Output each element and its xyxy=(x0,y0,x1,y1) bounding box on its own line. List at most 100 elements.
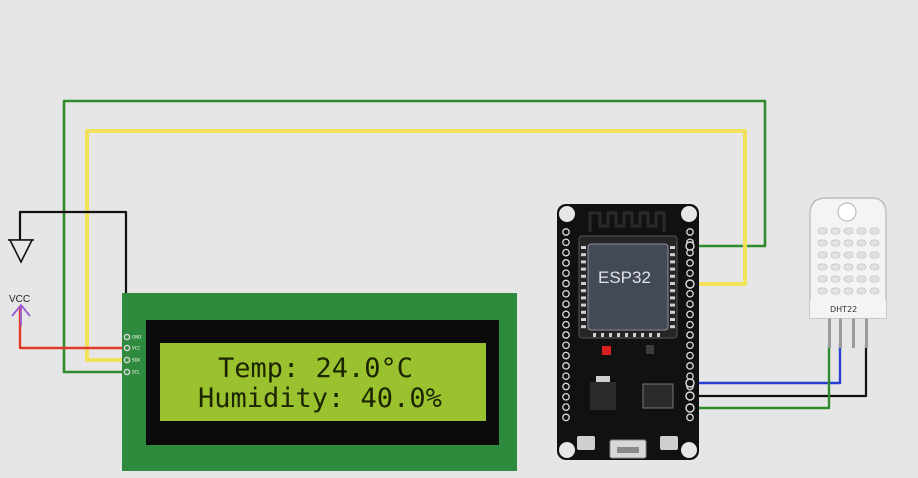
lcd-pin-gnd[interactable] xyxy=(123,333,131,341)
esp32-header-pin[interactable] xyxy=(562,372,570,381)
esp32-header-pin[interactable] xyxy=(562,382,570,391)
esp32-header-pin[interactable] xyxy=(686,341,694,350)
esp32-header-pin[interactable] xyxy=(562,331,570,339)
wire-red-vcc[interactable] xyxy=(18,306,126,350)
lcd-pin-vcc[interactable] xyxy=(123,344,131,352)
esp32-header-pin[interactable] xyxy=(686,331,694,339)
esp32-header-pin[interactable] xyxy=(562,413,570,422)
grille-slot xyxy=(843,227,854,235)
dht22-sensor[interactable]: DHT22 xyxy=(809,197,887,348)
grille-slot xyxy=(817,275,828,283)
grille-slot xyxy=(843,287,854,295)
mounting-hole xyxy=(559,206,575,222)
module-pad xyxy=(649,333,652,337)
esp32-module: ESP32 xyxy=(578,235,678,339)
mounting-hole xyxy=(559,442,575,458)
lcd-module[interactable]: Temp: 24.0°C Humidity: 40.0% GND VCC SDA… xyxy=(122,293,517,471)
grille-slot xyxy=(856,251,867,259)
esp32-header-pin[interactable] xyxy=(562,289,570,298)
grille-slot xyxy=(830,263,841,271)
esp32-header-pin[interactable] xyxy=(686,362,694,370)
esp32-header-pin[interactable] xyxy=(562,259,570,267)
esp32-header-pin[interactable] xyxy=(562,392,570,401)
lcd-pin-label: VCC xyxy=(132,346,141,351)
esp32-port-dht-data[interactable] xyxy=(685,378,695,388)
module-pad xyxy=(633,333,636,337)
esp32-port-scl[interactable] xyxy=(685,241,695,251)
lcd-pin-sda[interactable] xyxy=(123,356,131,364)
dht22-label: DHT22 xyxy=(830,305,857,314)
grille-slot xyxy=(817,251,828,259)
wire-black-gnd[interactable] xyxy=(18,210,128,337)
esp32-header-pin[interactable] xyxy=(562,238,570,247)
grille-slot xyxy=(817,263,828,271)
dht22-leg xyxy=(852,318,855,348)
esp32-header-pin[interactable] xyxy=(562,269,570,278)
grille-slot xyxy=(869,251,880,259)
grille-slot xyxy=(869,275,880,283)
esp32-port-3v3[interactable] xyxy=(685,403,695,413)
usb-uart-chip xyxy=(642,383,674,409)
module-pad xyxy=(670,267,675,271)
esp32-header-pin[interactable] xyxy=(686,289,694,298)
esp32-header-pin[interactable] xyxy=(562,320,570,329)
module-pad xyxy=(670,289,675,293)
en-button[interactable] xyxy=(577,436,595,450)
boot-button[interactable] xyxy=(660,436,678,450)
esp32-header-pin[interactable] xyxy=(562,228,570,236)
esp32-header-pin[interactable] xyxy=(686,269,694,278)
esp32-board[interactable]: ESP32 xyxy=(557,204,699,460)
grille-slot xyxy=(830,275,841,283)
usb-port-opening xyxy=(617,447,639,453)
esp32-header-pin[interactable] xyxy=(686,413,694,422)
esp32-header-pin[interactable] xyxy=(686,300,694,308)
esp32-header-pin[interactable] xyxy=(562,403,570,411)
esp32-header-pin[interactable] xyxy=(562,351,570,360)
dht22-mount-hole xyxy=(837,202,857,222)
esp32-header-pin[interactable] xyxy=(562,248,570,257)
esp32-header-pin[interactable] xyxy=(562,300,570,308)
esp32-header-pin[interactable] xyxy=(562,279,570,288)
grille-slot xyxy=(869,239,880,247)
esp32-header-pin[interactable] xyxy=(686,310,694,319)
module-pad xyxy=(670,310,675,314)
module-pad xyxy=(581,318,586,321)
module-pad xyxy=(625,333,628,337)
grille-slot xyxy=(830,239,841,247)
esp32-header-pin[interactable] xyxy=(686,228,694,236)
esp32-header-pin[interactable] xyxy=(562,341,570,350)
lcd-pin-scl[interactable] xyxy=(123,368,131,376)
mounting-hole xyxy=(681,206,697,222)
esp32-header-pin[interactable] xyxy=(686,351,694,360)
grille-slot xyxy=(856,287,867,295)
grille-slot xyxy=(843,239,854,247)
esp32-header-pin[interactable] xyxy=(686,320,694,329)
module-pad xyxy=(581,289,586,293)
module-pad xyxy=(581,296,586,300)
esp32-label: ESP32 xyxy=(598,268,651,287)
lcd-line-2: Humidity: 40.0% xyxy=(198,383,442,414)
module-pad xyxy=(581,325,586,329)
esp32-header-pin[interactable] xyxy=(686,259,694,267)
esp32-port-gnd[interactable] xyxy=(685,391,695,401)
wire-green-dht-vcc[interactable] xyxy=(693,345,831,410)
dht22-leg xyxy=(828,318,831,348)
esp32-port-sda[interactable] xyxy=(685,279,695,289)
wire-blue-data[interactable] xyxy=(693,345,842,385)
esp32-header-pin[interactable] xyxy=(562,362,570,370)
ground-symbol[interactable] xyxy=(8,239,34,264)
grille-slot xyxy=(856,275,867,283)
grille-slot xyxy=(817,287,828,295)
module-pad xyxy=(670,318,675,321)
module-pad xyxy=(581,260,586,264)
led-component xyxy=(646,345,654,354)
module-pad xyxy=(581,282,586,285)
module-pad xyxy=(581,253,586,257)
mounting-hole xyxy=(681,442,697,458)
module-pad xyxy=(581,303,586,307)
grille-slot xyxy=(856,239,867,247)
grille-slot xyxy=(817,239,828,247)
grille-slot xyxy=(856,227,867,235)
esp32-header-pin[interactable] xyxy=(562,310,570,319)
lcd-pin-label: SCL xyxy=(132,370,140,375)
